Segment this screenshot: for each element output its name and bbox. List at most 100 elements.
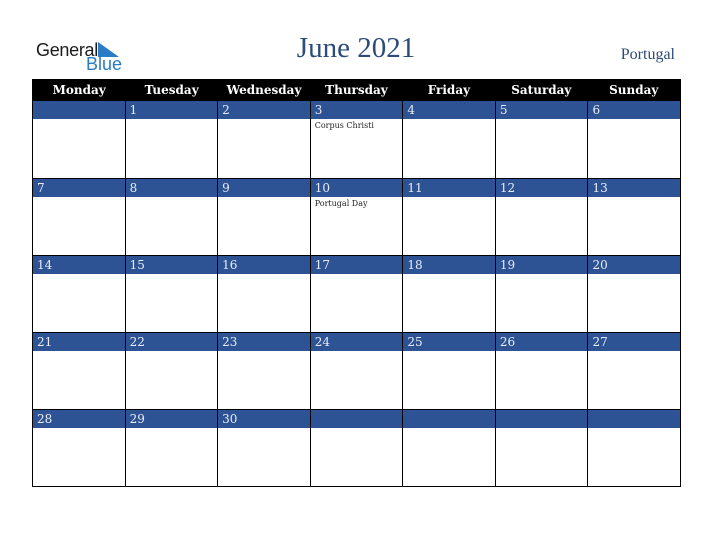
day-number: 15 — [125, 256, 218, 274]
holiday-label — [33, 351, 125, 353]
day-cell[interactable]: 17 — [309, 256, 403, 332]
day-number: 13 — [588, 179, 681, 197]
day-cell[interactable]: 29 — [124, 410, 218, 486]
weekday-header-row: Monday Tuesday Wednesday Thursday Friday… — [33, 79, 680, 101]
day-number: 12 — [495, 179, 588, 197]
day-cell[interactable] — [402, 410, 495, 486]
day-number: 1 — [125, 101, 218, 119]
day-cell[interactable]: 23 — [217, 333, 310, 409]
day-cell[interactable]: 28 — [33, 410, 125, 486]
holiday-label — [588, 351, 680, 353]
day-cell[interactable]: 7 — [33, 179, 125, 255]
day-number — [588, 410, 681, 428]
day-cell[interactable]: 13 — [587, 179, 681, 255]
holiday-label — [33, 197, 125, 199]
day-number: 16 — [218, 256, 310, 274]
day-number: 21 — [33, 333, 125, 351]
holiday-label — [126, 197, 218, 199]
holiday-label — [496, 428, 588, 430]
day-cell[interactable] — [494, 410, 588, 486]
day-number: 27 — [588, 333, 681, 351]
day-number: 26 — [495, 333, 588, 351]
weekday-monday: Monday — [52, 83, 106, 97]
day-cell[interactable]: 18 — [402, 256, 495, 332]
day-cell[interactable]: 16 — [217, 256, 310, 332]
holiday-label — [403, 428, 495, 430]
week-row: 7 8 9 10 Portugal Day 11 12 13 — [33, 178, 681, 255]
holiday-label — [311, 274, 403, 276]
day-number: 23 — [218, 333, 310, 351]
day-number: 20 — [588, 256, 681, 274]
country-label: Portugal — [620, 46, 675, 63]
day-cell[interactable]: 15 — [124, 256, 218, 332]
week-row: 21 22 23 24 25 26 27 — [33, 332, 681, 409]
day-number: 30 — [218, 410, 310, 428]
day-cell[interactable]: 14 — [33, 256, 125, 332]
day-number: 7 — [33, 179, 125, 197]
day-number: 17 — [310, 256, 403, 274]
holiday-label — [33, 119, 125, 121]
day-number — [495, 410, 588, 428]
day-cell[interactable]: 1 — [124, 101, 218, 178]
holiday-label — [218, 119, 310, 121]
day-number: 6 — [588, 101, 681, 119]
day-number: 22 — [125, 333, 218, 351]
day-cell[interactable]: 19 — [494, 256, 588, 332]
holiday-label — [403, 119, 495, 121]
day-cell[interactable]: 22 — [124, 333, 218, 409]
holiday-label — [588, 119, 680, 121]
day-cell[interactable] — [587, 410, 681, 486]
day-cell[interactable]: 6 — [587, 101, 681, 178]
day-cell[interactable]: 2 — [217, 101, 310, 178]
calendar-grid: Monday Tuesday Wednesday Thursday Friday… — [32, 79, 681, 487]
day-number: 19 — [495, 256, 588, 274]
holiday-label — [33, 428, 125, 430]
holiday-label — [496, 119, 588, 121]
day-cell[interactable]: 9 — [217, 179, 310, 255]
day-cell[interactable]: 20 — [587, 256, 681, 332]
day-cell[interactable] — [33, 101, 125, 178]
day-number: 29 — [125, 410, 218, 428]
holiday-label: Corpus Christi — [314, 121, 374, 130]
week-row: 1 2 3 Corpus Christi 4 5 6 — [33, 101, 681, 178]
holiday-label — [33, 274, 125, 276]
calendar-title: June 2021 — [296, 32, 416, 64]
day-number: 28 — [33, 410, 125, 428]
holiday-label — [218, 197, 310, 199]
week-row: 14 15 16 17 18 19 20 — [33, 255, 681, 332]
day-cell[interactable]: 25 — [402, 333, 495, 409]
day-number: 5 — [495, 101, 588, 119]
day-cell[interactable]: 4 — [402, 101, 495, 178]
day-cell[interactable]: 3 Corpus Christi — [309, 101, 403, 178]
day-cell[interactable]: 30 — [217, 410, 310, 486]
day-cell[interactable]: 10 Portugal Day — [309, 179, 403, 255]
weekday-friday: Friday — [427, 83, 471, 97]
day-cell[interactable] — [309, 410, 403, 486]
holiday-label — [403, 197, 495, 199]
day-number — [403, 410, 495, 428]
day-cell[interactable]: 8 — [124, 179, 218, 255]
day-cell[interactable]: 26 — [494, 333, 588, 409]
holiday-label — [496, 351, 588, 353]
holiday-label — [588, 197, 680, 199]
holiday-label — [311, 351, 403, 353]
weekday-sunday: Sunday — [609, 83, 659, 97]
day-cell[interactable]: 21 — [33, 333, 125, 409]
day-cell[interactable]: 12 — [494, 179, 588, 255]
holiday-label — [218, 274, 310, 276]
day-number: 8 — [125, 179, 218, 197]
day-number: 3 — [310, 101, 403, 119]
day-number: 9 — [218, 179, 310, 197]
day-number: 18 — [403, 256, 495, 274]
day-number: 2 — [218, 101, 310, 119]
weekday-wednesday: Wednesday — [226, 83, 302, 97]
day-number: 24 — [310, 333, 403, 351]
holiday-label — [311, 428, 403, 430]
day-cell[interactable]: 24 — [309, 333, 403, 409]
weekday-tuesday: Tuesday — [144, 83, 199, 97]
holiday-label — [126, 428, 218, 430]
day-cell[interactable]: 5 — [494, 101, 588, 178]
day-cell[interactable]: 27 — [587, 333, 681, 409]
day-cell[interactable]: 11 — [402, 179, 495, 255]
holiday-label — [496, 274, 588, 276]
